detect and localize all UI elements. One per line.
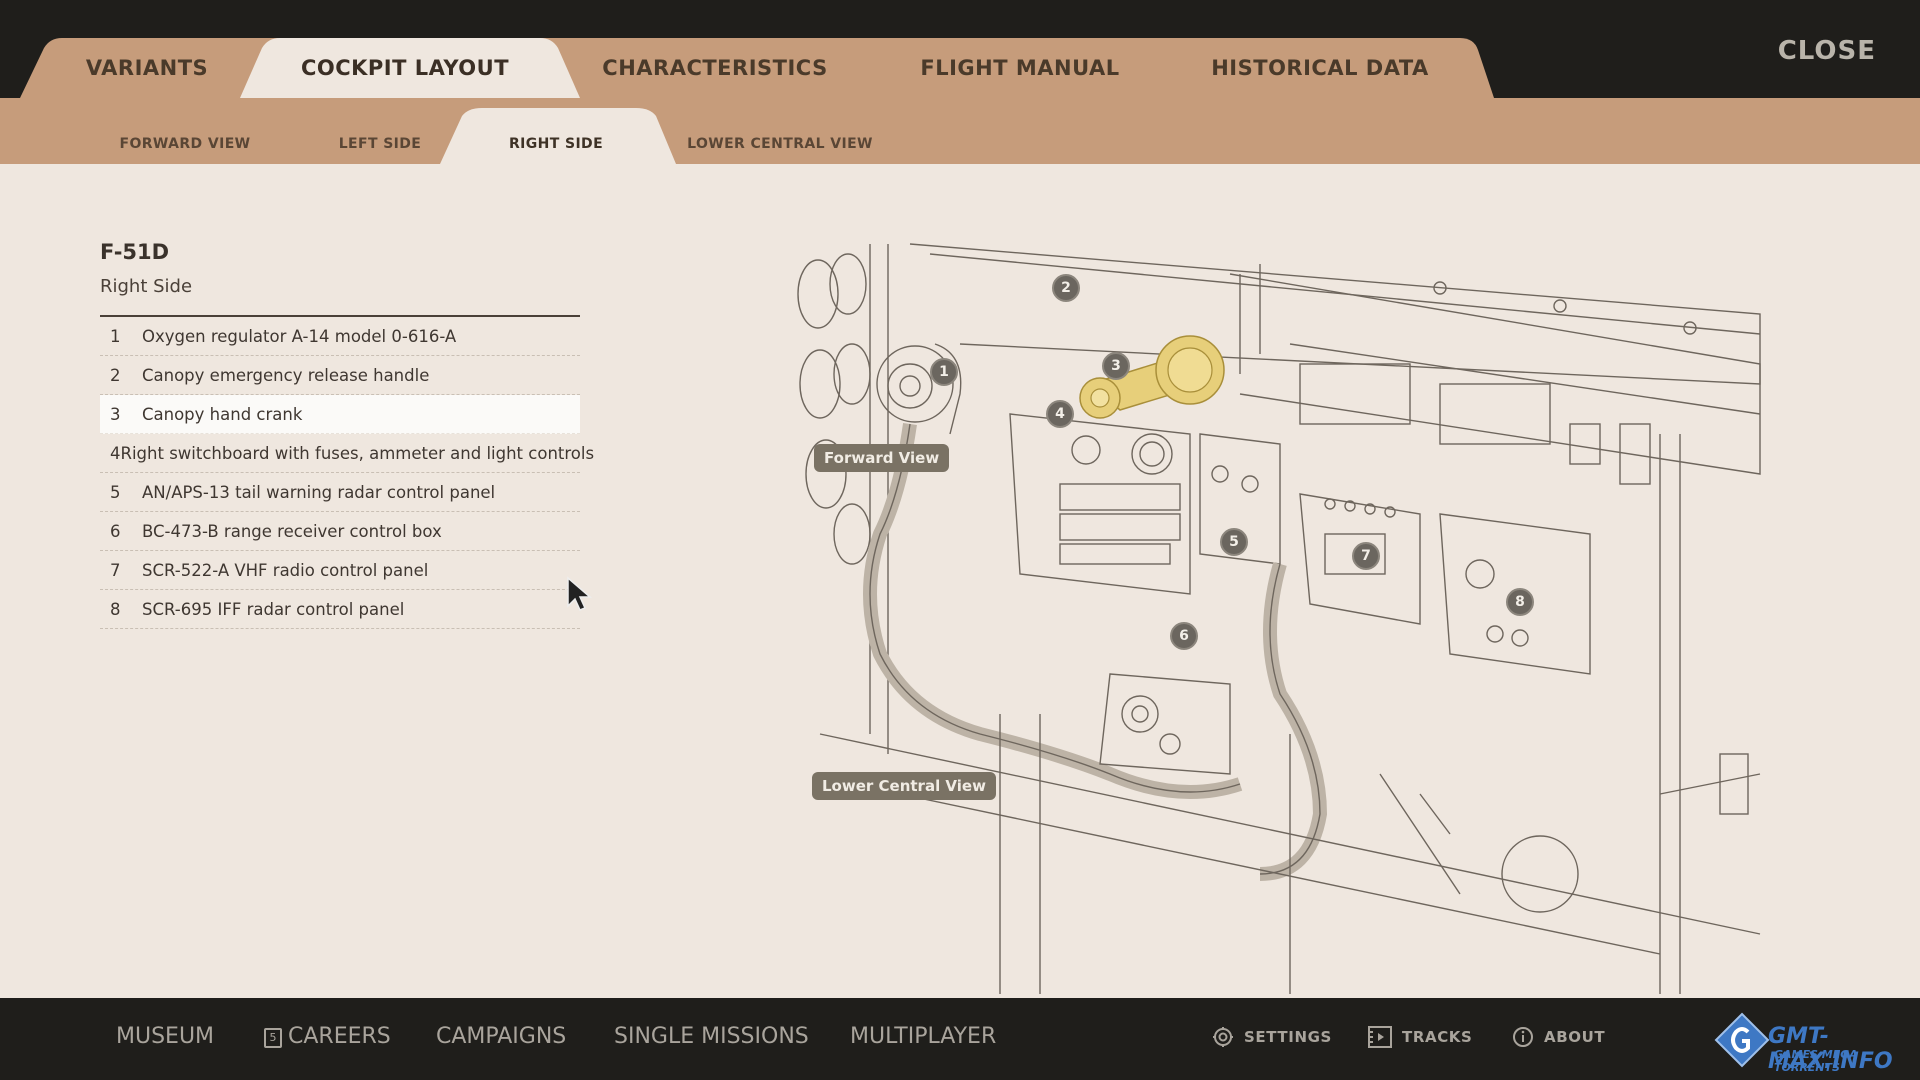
marker-7[interactable]: 7 bbox=[1352, 542, 1380, 570]
subtab-right-side[interactable]: RIGHT SIDE bbox=[476, 124, 636, 164]
gear-icon bbox=[1213, 1027, 1233, 1047]
item-label: Right switchboard with fuses, ammeter an… bbox=[120, 443, 595, 463]
marker-1[interactable]: 1 bbox=[930, 358, 958, 386]
tracks-label: TRACKS bbox=[1402, 1028, 1473, 1046]
item-label: AN/APS-13 tail warning radar control pan… bbox=[142, 482, 496, 502]
item-number: 4 bbox=[110, 443, 121, 463]
subtab-left-side[interactable]: LEFT SIDE bbox=[310, 124, 450, 164]
info-icon bbox=[1513, 1027, 1533, 1047]
item-label: SCR-695 IFF radar control panel bbox=[142, 599, 405, 619]
marker-3[interactable]: 3 bbox=[1102, 352, 1130, 380]
item-number: 8 bbox=[110, 599, 121, 619]
about-label: ABOUT bbox=[1544, 1028, 1606, 1046]
item-label: BC-473-B range receiver control box bbox=[142, 521, 442, 541]
item-number: 7 bbox=[110, 560, 121, 580]
component-panel: F-51D Right Side 1 Oxygen regulator A-14 … bbox=[100, 240, 594, 629]
list-item-selected[interactable]: 3 Canopy hand crank bbox=[100, 395, 580, 434]
about-button[interactable]: ABOUT bbox=[1512, 1026, 1605, 1048]
nav-careers-label: CAREERS bbox=[288, 1024, 391, 1049]
item-number: 2 bbox=[110, 365, 121, 385]
tab-cockpit-layout[interactable]: COCKPIT LAYOUT bbox=[290, 38, 520, 98]
item-number: 1 bbox=[110, 326, 121, 346]
aircraft-name: F-51D bbox=[100, 240, 170, 264]
list-item[interactable]: 8 SCR-695 IFF radar control panel bbox=[100, 590, 580, 629]
list-item[interactable]: 6 BC-473-B range receiver control box bbox=[100, 512, 580, 551]
sub-tab-shapes bbox=[440, 108, 676, 164]
item-label: SCR-522-A VHF radio control panel bbox=[142, 560, 429, 580]
marker-6[interactable]: 6 bbox=[1170, 622, 1198, 650]
top-bar: VARIANTS COCKPIT LAYOUT CHARACTERISTICS … bbox=[0, 0, 1920, 98]
list-item[interactable]: 5 AN/APS-13 tail warning radar control pa… bbox=[100, 473, 580, 512]
bottom-bar: MUSEUM 5 CAREERS CAMPAIGNS SINGLE MISSION… bbox=[0, 998, 1920, 1080]
subtab-forward-view[interactable]: FORWARD VIEW bbox=[100, 124, 270, 164]
nav-single-missions[interactable]: SINGLE MISSIONS bbox=[614, 1024, 809, 1049]
cockpit-diagram: Forward View Lower Central View 1 2 3 4 … bbox=[760, 234, 1810, 994]
close-button[interactable]: CLOSE bbox=[1778, 36, 1876, 66]
tab-variants[interactable]: VARIANTS bbox=[62, 38, 232, 98]
marker-8[interactable]: 8 bbox=[1506, 588, 1534, 616]
watermark: GMT-MAX.INFO GAMES MEGA TORRENTS bbox=[1712, 1010, 1912, 1074]
list-item[interactable]: 2 Canopy emergency release handle bbox=[100, 356, 580, 395]
item-label: Canopy hand crank bbox=[142, 404, 303, 424]
item-number: 6 bbox=[110, 521, 121, 541]
forward-view-link[interactable]: Forward View bbox=[814, 444, 950, 472]
marker-4[interactable]: 4 bbox=[1046, 400, 1074, 428]
item-number: 5 bbox=[110, 482, 121, 502]
nav-museum[interactable]: MUSEUM bbox=[116, 1024, 214, 1049]
component-list: 1 Oxygen regulator A-14 model 0-616-A 2 Ca… bbox=[100, 317, 594, 629]
list-item[interactable]: 4 Right switchboard with fuses, ammeter a… bbox=[100, 434, 594, 473]
tracks-button[interactable]: TRACKS bbox=[1368, 1026, 1472, 1048]
canopy-hand-crank-highlight[interactable] bbox=[760, 234, 1810, 994]
view-name: Right Side bbox=[100, 276, 193, 297]
lower-central-view-link[interactable]: Lower Central View bbox=[812, 772, 996, 800]
item-number: 3 bbox=[110, 404, 121, 424]
settings-label: SETTINGS bbox=[1244, 1028, 1332, 1046]
tab-flight-manual[interactable]: FLIGHT MANUAL bbox=[900, 38, 1140, 98]
sub-tab-bar: FORWARD VIEW LEFT SIDE RIGHT SIDE LOWER … bbox=[0, 98, 1920, 164]
careers-badge-icon: 5 bbox=[264, 1027, 282, 1048]
item-label: Oxygen regulator A-14 model 0-616-A bbox=[142, 326, 457, 346]
list-item[interactable]: 1 Oxygen regulator A-14 model 0-616-A bbox=[100, 317, 580, 356]
marker-2[interactable]: 2 bbox=[1052, 274, 1080, 302]
marker-5[interactable]: 5 bbox=[1220, 528, 1248, 556]
watermark-logo-icon bbox=[1714, 1012, 1770, 1068]
tab-historical-data[interactable]: HISTORICAL DATA bbox=[1200, 38, 1440, 98]
item-label: Canopy emergency release handle bbox=[142, 365, 430, 385]
nav-careers[interactable]: 5 CAREERS bbox=[264, 1024, 391, 1049]
tab-characteristics[interactable]: CHARACTERISTICS bbox=[590, 38, 840, 98]
mouse-cursor-icon bbox=[567, 576, 593, 611]
settings-button[interactable]: SETTINGS bbox=[1212, 1026, 1332, 1048]
subtab-lower-central-view[interactable]: LOWER CENTRAL VIEW bbox=[680, 124, 880, 164]
nav-multiplayer[interactable]: MULTIPLAYER bbox=[850, 1024, 996, 1049]
content-area: F-51D Right Side 1 Oxygen regulator A-14 … bbox=[0, 164, 1920, 998]
watermark-subtext: GAMES MEGA TORRENTS bbox=[1774, 1048, 1858, 1074]
list-item[interactable]: 7 SCR-522-A VHF radio control panel bbox=[100, 551, 580, 590]
nav-campaigns[interactable]: CAMPAIGNS bbox=[436, 1024, 566, 1049]
film-icon bbox=[1368, 1026, 1392, 1048]
